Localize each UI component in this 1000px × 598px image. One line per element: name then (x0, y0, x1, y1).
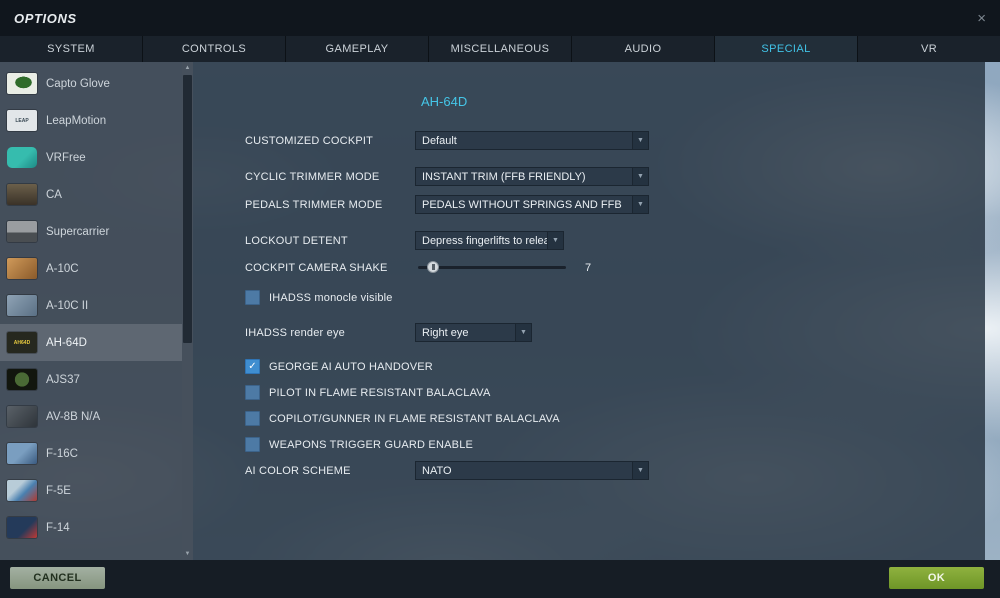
a-10c-icon (7, 258, 37, 279)
cyclic-trimmer-row: CYCLIC TRIMMER MODE INSTANT TRIM (FFB FR… (245, 167, 985, 186)
module-title: AH-64D (421, 94, 468, 109)
cyclic-trimmer-dropdown[interactable]: INSTANT TRIM (FFB FRIENDLY) ▼ (415, 167, 649, 186)
sidebar-item-capto-glove[interactable]: Capto Glove (0, 65, 182, 102)
sidebar-item-ajs37[interactable]: AJS37 (0, 361, 182, 398)
lockout-detent-label: LOCKOUT DETENT (245, 234, 348, 247)
camera-shake-row: COCKPIT CAMERA SHAKE 7 (245, 261, 985, 274)
tab-vr[interactable]: VR (858, 36, 1000, 62)
ok-button[interactable]: OK (889, 567, 984, 589)
ca-icon (7, 184, 37, 205)
tab-audio[interactable]: AUDIO (572, 36, 715, 62)
ai-color-scheme-label: AI COLOR SCHEME (245, 464, 351, 477)
a-10c-ii-icon (7, 295, 37, 316)
pedals-trimmer-label: PEDALS TRIMMER MODE (245, 198, 383, 211)
capto-glove-icon (7, 73, 37, 94)
page-title: OPTIONS (14, 10, 77, 26)
pilot-balaclava-checkbox[interactable]: ✓ (245, 385, 260, 400)
footer-bar: CANCEL OK (0, 560, 1000, 598)
tab-system[interactable]: SYSTEM (0, 36, 143, 62)
supercarrier-icon (7, 221, 37, 242)
slider-track[interactable] (418, 266, 566, 269)
check-icon: ✓ (248, 360, 257, 372)
chevron-down-icon[interactable]: ▼ (547, 232, 563, 249)
options-window: OPTIONS × SYSTEM CONTROLS GAMEPLAY MISCE… (0, 0, 1000, 598)
sidebar-item-f-16c[interactable]: F-16C (0, 435, 182, 472)
sidebar-item-supercarrier[interactable]: Supercarrier (0, 213, 182, 250)
george-handover-label: GEORGE AI AUTO HANDOVER (269, 360, 433, 373)
tab-gameplay[interactable]: GAMEPLAY (286, 36, 429, 62)
f-5e-icon (7, 480, 37, 501)
sidebar-item-f-14[interactable]: F-14 (0, 509, 182, 546)
weapons-guard-label: WEAPONS TRIGGER GUARD ENABLE (269, 438, 474, 451)
ajs37-icon (7, 369, 37, 390)
pilot-balaclava-label: PILOT IN FLAME RESISTANT BALACLAVA (269, 386, 491, 399)
lockout-detent-dropdown[interactable]: Depress fingerlifts to release ▼ (415, 231, 564, 250)
weapons-guard-row: ✓ WEAPONS TRIGGER GUARD ENABLE (245, 437, 985, 452)
sidebar-item-a-10c-ii[interactable]: A-10C II (0, 287, 182, 324)
scrollbar-thumb[interactable] (183, 75, 192, 343)
close-icon[interactable]: × (977, 11, 986, 26)
tab-miscellaneous[interactable]: MISCELLANEOUS (429, 36, 572, 62)
title-bar: OPTIONS × (0, 0, 1000, 36)
weapons-trigger-guard-checkbox[interactable]: ✓ (245, 437, 260, 452)
av-8b-icon (7, 406, 37, 427)
chevron-down-icon[interactable]: ▼ (632, 132, 648, 149)
george-handover-row: ✓ GEORGE AI AUTO HANDOVER (245, 359, 985, 374)
sidebar-item-f-5e[interactable]: F-5E (0, 472, 182, 509)
george-ai-auto-handover-checkbox[interactable]: ✓ (245, 359, 260, 374)
chevron-down-icon[interactable]: ▼ (632, 462, 648, 479)
tab-bar: SYSTEM CONTROLS GAMEPLAY MISCELLANEOUS A… (0, 36, 1000, 62)
ihadss-monocle-row: ✓ IHADSS monocle visible (245, 290, 985, 305)
slider-thumb[interactable] (427, 261, 439, 273)
module-list: Capto Glove LEAP LeapMotion VRFree CA Su… (0, 65, 182, 546)
sidebar-item-leapmotion[interactable]: LEAP LeapMotion (0, 102, 182, 139)
sidebar-item-vrfree[interactable]: VRFree (0, 139, 182, 176)
chevron-down-icon[interactable]: ▼ (632, 168, 648, 185)
scroll-up-icon[interactable]: ▲ (182, 62, 193, 74)
cyclic-trimmer-label: CYCLIC TRIMMER MODE (245, 170, 380, 183)
ai-color-scheme-row: AI COLOR SCHEME NATO ▼ (245, 461, 985, 480)
sidebar-scrollbar[interactable]: ▲ ▼ (182, 62, 193, 560)
ihadss-render-eye-label: IHADSS render eye (245, 326, 345, 339)
ai-color-scheme-dropdown[interactable]: NATO ▼ (415, 461, 649, 480)
chevron-down-icon[interactable]: ▼ (515, 324, 531, 341)
leapmotion-icon: LEAP (7, 110, 37, 131)
cockpit-camera-shake-slider[interactable] (418, 261, 566, 274)
options-rows: CUSTOMIZED COCKPIT Default ▼ CYCLIC TRIM… (193, 131, 985, 480)
f-14-icon (7, 517, 37, 538)
copilot-balaclava-checkbox[interactable]: ✓ (245, 411, 260, 426)
customized-cockpit-row: CUSTOMIZED COCKPIT Default ▼ (245, 131, 985, 150)
camera-shake-value: 7 (585, 261, 592, 274)
tab-special[interactable]: SPECIAL (715, 36, 858, 62)
cancel-button[interactable]: CANCEL (10, 567, 105, 589)
sidebar-item-ah-64d[interactable]: AH64D AH-64D (0, 324, 182, 361)
ihadss-monocle-label: IHADSS monocle visible (269, 291, 393, 304)
pedals-trimmer-row: PEDALS TRIMMER MODE PEDALS WITHOUT SPRIN… (245, 195, 985, 214)
module-sidebar: Capto Glove LEAP LeapMotion VRFree CA Su… (0, 62, 193, 560)
sidebar-item-av-8b[interactable]: AV-8B N/A (0, 398, 182, 435)
lockout-detent-row: LOCKOUT DETENT Depress fingerlifts to re… (245, 231, 985, 250)
pedals-trimmer-dropdown[interactable]: PEDALS WITHOUT SPRINGS AND FFB ▼ (415, 195, 649, 214)
customized-cockpit-dropdown[interactable]: Default ▼ (415, 131, 649, 150)
copilot-balaclava-label: COPILOT/GUNNER IN FLAME RESISTANT BALACL… (269, 412, 560, 425)
f-16c-icon (7, 443, 37, 464)
sidebar-item-ca[interactable]: CA (0, 176, 182, 213)
customized-cockpit-label: CUSTOMIZED COCKPIT (245, 134, 374, 147)
special-options-panel: AH-64D CUSTOMIZED COCKPIT Default ▼ CYCL… (193, 62, 985, 560)
scroll-down-icon[interactable]: ▼ (182, 548, 193, 560)
vrfree-icon (7, 147, 37, 168)
tab-controls[interactable]: CONTROLS (143, 36, 286, 62)
ah-64d-icon: AH64D (7, 332, 37, 353)
pilot-balaclava-row: ✓ PILOT IN FLAME RESISTANT BALACLAVA (245, 385, 985, 400)
copilot-balaclava-row: ✓ COPILOT/GUNNER IN FLAME RESISTANT BALA… (245, 411, 985, 426)
camera-shake-label: COCKPIT CAMERA SHAKE (245, 261, 388, 274)
ihadss-monocle-checkbox[interactable]: ✓ (245, 290, 260, 305)
sidebar-item-a-10c[interactable]: A-10C (0, 250, 182, 287)
chevron-down-icon[interactable]: ▼ (632, 196, 648, 213)
ihadss-render-eye-dropdown[interactable]: Right eye ▼ (415, 323, 532, 342)
ihadss-render-eye-row: IHADSS render eye Right eye ▼ (245, 323, 985, 342)
